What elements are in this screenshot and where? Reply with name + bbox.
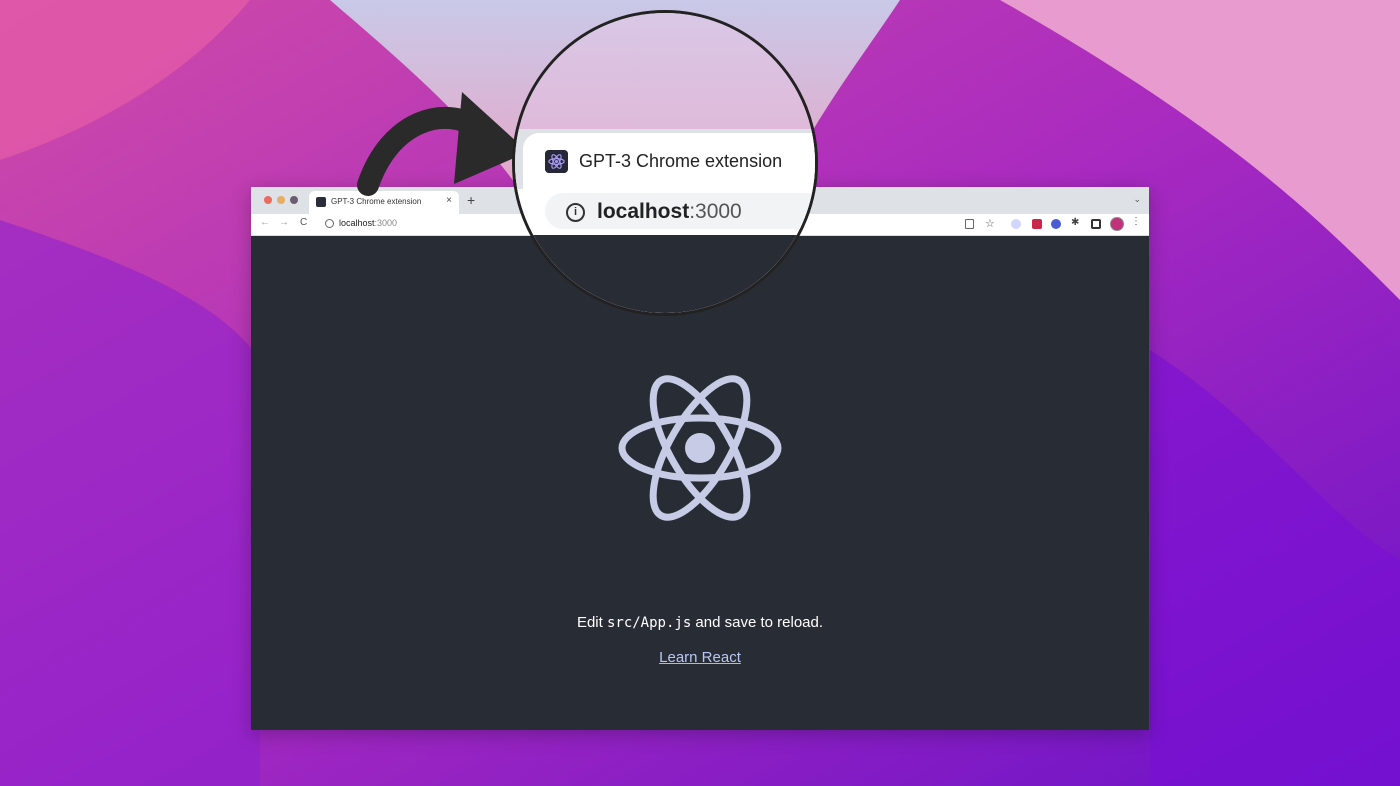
edit-text-after: and save to reload. — [691, 614, 824, 631]
edit-code: src/App.js — [606, 615, 692, 631]
magnifier-url-host: localhost — [597, 200, 690, 223]
edit-text-before: Edit — [576, 614, 607, 631]
react-favicon-icon — [316, 197, 326, 207]
side-panel-icon[interactable] — [1091, 219, 1101, 229]
star-icon[interactable]: ☆ — [985, 217, 995, 230]
edit-instruction: Edit src/App.js and save to reload. — [251, 614, 1149, 631]
extension-3-icon[interactable] — [1051, 219, 1061, 229]
reload-button[interactable]: C — [300, 217, 307, 228]
tab-search-button[interactable]: ⌄ — [1133, 194, 1141, 205]
react-favicon-icon — [545, 150, 568, 173]
url-host: localhost — [339, 218, 375, 228]
learn-react-link[interactable]: Learn React — [251, 649, 1149, 666]
window-close-button[interactable] — [264, 196, 272, 204]
learn-react-label: Learn React — [659, 649, 741, 666]
info-icon: i — [566, 203, 585, 222]
extension-1-icon[interactable] — [1011, 219, 1021, 229]
url-port: :3000 — [374, 218, 398, 228]
window-minimize-button[interactable] — [277, 196, 285, 204]
extension-2-icon[interactable] — [1032, 219, 1042, 229]
address-bar[interactable]: localhost:3000 — [339, 218, 397, 228]
window-maximize-button[interactable] — [290, 196, 298, 204]
magnifier-url-port: :3000 — [689, 200, 742, 223]
magnifier-url: localhost:3000 — [597, 200, 742, 224]
back-button[interactable]: ← — [260, 217, 270, 228]
react-logo-icon — [618, 375, 782, 521]
share-icon[interactable] — [965, 219, 974, 229]
menu-icon[interactable]: ⋮ — [1131, 216, 1141, 227]
extensions-puzzle-icon[interactable]: ✱ — [1071, 217, 1081, 228]
forward-button[interactable]: → — [279, 217, 289, 228]
magnifier-circle: GPT-3 Chrome extension i localhost:3000 — [512, 10, 818, 316]
magnifier-page-area — [515, 235, 815, 313]
magnifier-tab-title: GPT-3 Chrome extension — [579, 151, 783, 171]
profile-icon[interactable] — [1110, 217, 1124, 231]
info-icon[interactable] — [325, 219, 334, 228]
